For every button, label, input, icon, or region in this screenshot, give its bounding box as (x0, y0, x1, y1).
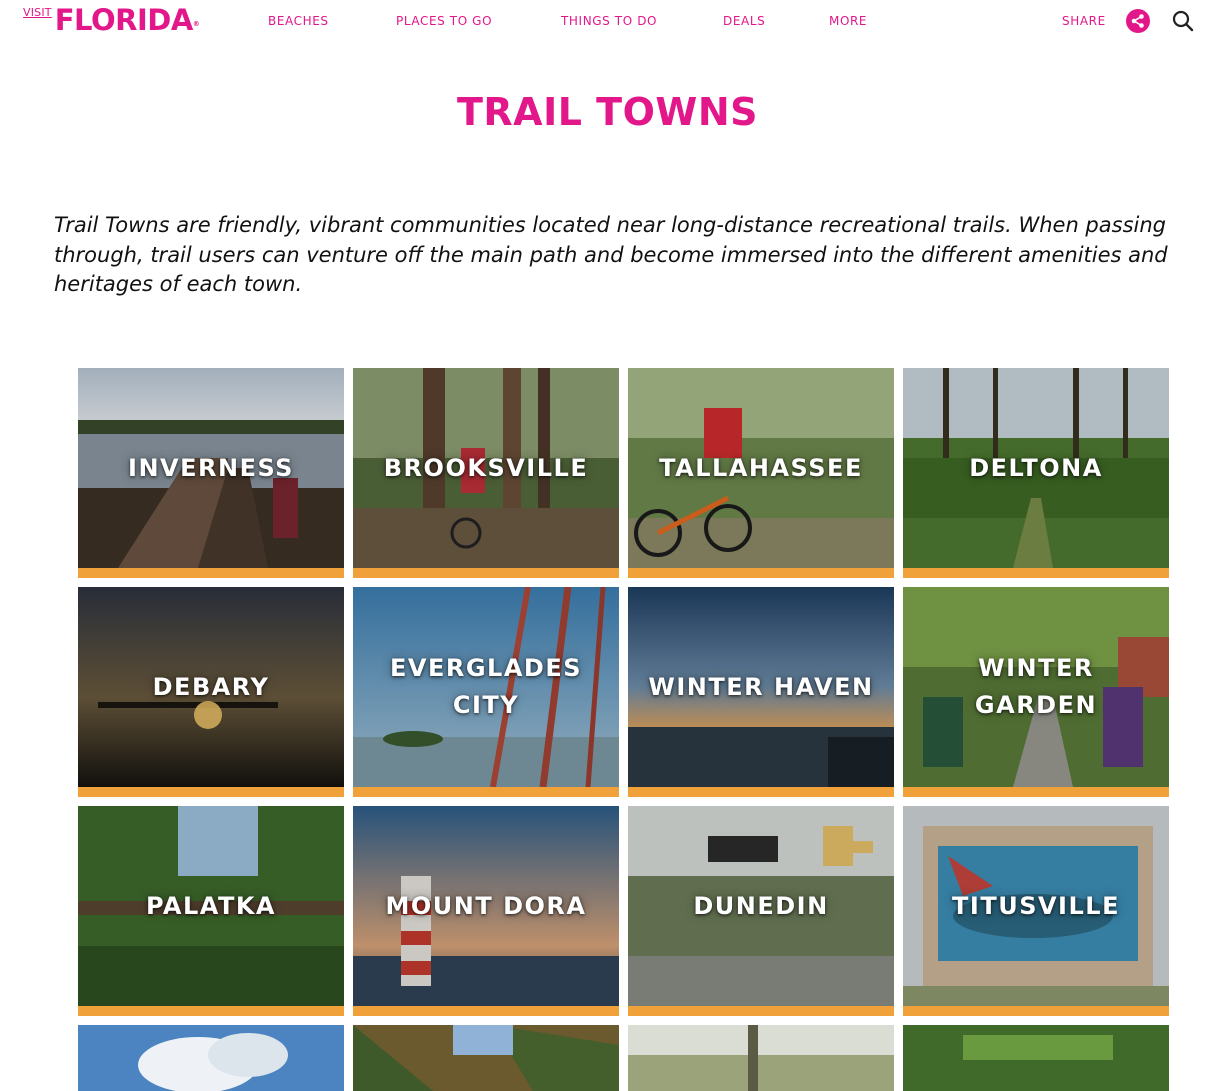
visit-florida-logo[interactable]: VISIT FLORIDA® (23, 2, 200, 38)
town-tile-winter-haven[interactable]: WINTER HAVEN (628, 587, 894, 797)
town-photo (353, 1025, 619, 1091)
town-name: MOUNT DORA (385, 891, 587, 920)
town-tile-partial[interactable] (78, 1025, 344, 1091)
town-name: BROOKSVILLE (383, 453, 589, 482)
nav-item-places-to-go[interactable]: PLACES TO GO (396, 14, 492, 28)
town-tile-titusville[interactable]: TITUSVILLE (903, 806, 1169, 1016)
tile-accent-bar (903, 1006, 1169, 1016)
town-tile-partial[interactable] (353, 1025, 619, 1091)
nav-item-things-to-do[interactable]: THINGS TO DO (561, 14, 657, 28)
town-photo (78, 1025, 344, 1091)
tile-accent-bar (903, 568, 1169, 578)
site-header: VISIT FLORIDA® BEACHES PLACES TO GO THIN… (0, 0, 1215, 44)
share-button[interactable] (1126, 9, 1150, 33)
town-tile-deltona[interactable]: DELTONA (903, 368, 1169, 578)
nav-item-more[interactable]: MORE (829, 14, 867, 28)
town-tile-tallahassee[interactable]: TALLAHASSEE (628, 368, 894, 578)
town-name: WINTER HAVEN (648, 672, 874, 701)
logo-florida-text: FLORIDA® (55, 2, 200, 38)
town-name: DEBARY (152, 672, 270, 701)
search-button[interactable] (1170, 8, 1196, 34)
town-photo (628, 1025, 894, 1091)
town-tile-partial[interactable] (628, 1025, 894, 1091)
logo-registered-mark: ® (192, 20, 200, 28)
tile-accent-bar (353, 568, 619, 578)
town-name: DUNEDIN (693, 891, 829, 920)
page: VISIT FLORIDA® BEACHES PLACES TO GO THIN… (0, 0, 1215, 1091)
town-tile-inverness[interactable]: INVERNESS (78, 368, 344, 578)
tile-accent-bar (78, 787, 344, 797)
town-tile-debary[interactable]: DEBARY (78, 587, 344, 797)
tile-accent-bar (353, 787, 619, 797)
nav-item-beaches[interactable]: BEACHES (268, 14, 329, 28)
town-tile-palatka[interactable]: PALATKA (78, 806, 344, 1016)
town-photo (903, 1025, 1169, 1091)
town-name: DELTONA (969, 453, 1103, 482)
tile-accent-bar (628, 568, 894, 578)
intro-paragraph: Trail Towns are friendly, vibrant commun… (54, 213, 1168, 296)
tile-accent-bar (78, 1006, 344, 1016)
town-tile-winter-garden[interactable]: WINTER GARDEN (903, 587, 1169, 797)
town-tile-everglades-city[interactable]: EVERGLADES CITY (353, 587, 619, 797)
nav-item-deals[interactable]: DEALS (723, 14, 765, 28)
share-icon (1131, 14, 1144, 28)
town-name: TITUSVILLE (952, 891, 1120, 920)
town-tile-mount-dora[interactable]: MOUNT DORA (353, 806, 619, 1016)
town-name: EVERGLADES CITY (389, 654, 582, 719)
town-name: PALATKA (145, 891, 276, 920)
tile-accent-bar (628, 1006, 894, 1016)
logo-visit-text: VISIT (23, 6, 52, 19)
town-tile-dunedin[interactable]: DUNEDIN (628, 806, 894, 1016)
tile-accent-bar (903, 787, 1169, 797)
town-name: TALLAHASSEE (659, 453, 863, 482)
town-tile-partial[interactable] (903, 1025, 1169, 1091)
search-icon (1172, 10, 1194, 32)
tile-accent-bar (353, 1006, 619, 1016)
share-label[interactable]: SHARE (1062, 14, 1106, 28)
tile-accent-bar (78, 568, 344, 578)
logo-brand-name: FLORIDA (54, 3, 194, 37)
town-name: WINTER GARDEN (974, 654, 1098, 719)
town-name: INVERNESS (128, 453, 294, 482)
page-title: TRAIL TOWNS (457, 90, 758, 134)
tile-accent-bar (628, 787, 894, 797)
town-tile-brooksville[interactable]: BROOKSVILLE (353, 368, 619, 578)
